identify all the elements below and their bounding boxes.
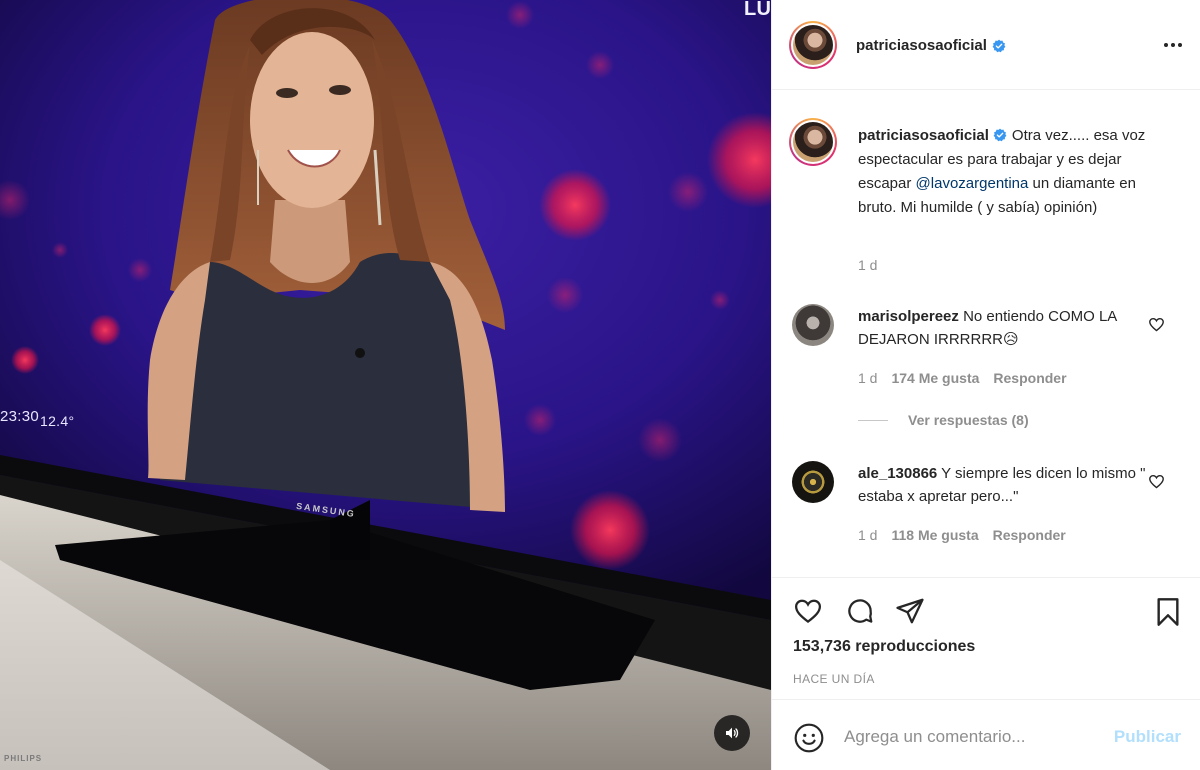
- add-comment-section: Publicar: [772, 699, 1200, 770]
- commenter-username-link[interactable]: ale_130866: [858, 465, 937, 482]
- comment-body: ale_130866 Y siempre les dicen lo mismo …: [858, 462, 1148, 508]
- comment-reply-button[interactable]: Responder: [993, 527, 1066, 543]
- comment-timestamp[interactable]: 1 d: [858, 370, 877, 386]
- comment-body: marisolpereez No entiendo COMO LA DEJARO…: [858, 305, 1148, 351]
- comment-likes-count[interactable]: 118 Me gusta: [891, 527, 978, 543]
- heart-icon[interactable]: [792, 596, 824, 626]
- comment-input[interactable]: [844, 722, 1104, 752]
- comment-reply-button[interactable]: Responder: [993, 370, 1066, 386]
- video-views-count[interactable]: 153,736 reproducciones: [793, 638, 975, 656]
- verified-badge-icon: [993, 128, 1007, 142]
- post-caption: patriciasosaoficial Otra vez..... esa vo…: [858, 124, 1158, 220]
- comment-like-heart-icon[interactable]: [1148, 316, 1165, 333]
- commenter-avatar[interactable]: [792, 461, 834, 503]
- commenter-avatar[interactable]: [792, 304, 834, 346]
- replies-divider: [858, 419, 888, 421]
- commenter-username-link[interactable]: marisolpereez: [858, 308, 959, 325]
- stand-brand-label: PHILIPS: [4, 754, 43, 763]
- caption-username-link[interactable]: patriciasosaoficial: [858, 127, 989, 144]
- speaker-icon: [726, 727, 739, 739]
- tv-temperature-overlay: 12.4°: [40, 413, 75, 429]
- publish-button[interactable]: Publicar: [1114, 727, 1181, 747]
- post-actions: 153,736 reproducciones HACE UN DÍA: [772, 577, 1200, 699]
- comments-list[interactable]: patriciasosaoficial Otra vez..... esa vo…: [772, 91, 1200, 577]
- share-icon[interactable]: [894, 596, 926, 626]
- verified-badge-icon: [992, 39, 1006, 52]
- comment-timestamp[interactable]: 1 d: [858, 527, 877, 543]
- comment-likes-count[interactable]: 174 Me gusta: [891, 370, 979, 386]
- post-media-video[interactable]: 23:30 12.4° LU SAMSUNG PHILIPS: [0, 0, 771, 770]
- comment-meta: 1 d 174 Me gusta Responder: [858, 370, 1067, 386]
- caption-author-avatar[interactable]: [789, 118, 837, 166]
- video-frame: [0, 0, 771, 770]
- more-horizontal-icon[interactable]: [1162, 36, 1184, 54]
- comment-icon[interactable]: [844, 596, 876, 626]
- post-header: patriciasosaoficial: [772, 0, 1200, 90]
- emoji-icon[interactable]: [793, 722, 825, 754]
- view-replies-button[interactable]: Ver respuestas (8): [858, 412, 1029, 428]
- view-replies-label: Ver respuestas (8): [908, 412, 1029, 428]
- sound-toggle-button[interactable]: [714, 715, 750, 751]
- author-avatar[interactable]: [789, 21, 837, 69]
- tv-time-overlay: 23:30: [0, 408, 40, 425]
- post-date[interactable]: HACE UN DÍA: [793, 672, 875, 686]
- caption-timestamp[interactable]: 1 d: [858, 257, 877, 273]
- bookmark-icon[interactable]: [1152, 596, 1184, 628]
- post-sidebar: patriciasosaoficial patriciasosaoficial …: [771, 0, 1200, 770]
- author-info: patriciasosaoficial: [856, 37, 1006, 54]
- tv-corner-logo: LU: [744, 0, 771, 20]
- author-username-link[interactable]: patriciasosaoficial: [856, 37, 987, 54]
- comment-meta: 1 d 118 Me gusta Responder: [858, 527, 1066, 543]
- caption-mention-link[interactable]: @lavozargentina: [916, 175, 1029, 192]
- comment-like-heart-icon[interactable]: [1148, 473, 1165, 490]
